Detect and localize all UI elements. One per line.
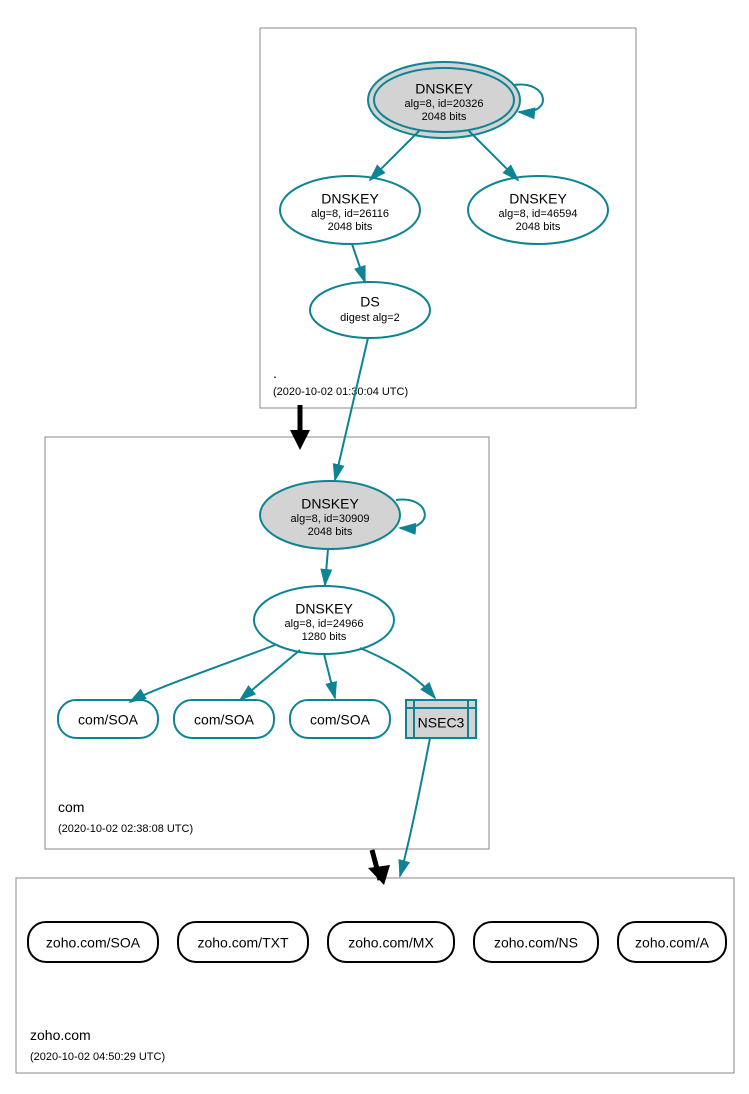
- svg-text:zoho.com/A: zoho.com/A: [635, 935, 710, 951]
- zone-root-ts: (2020-10-02 01:30:04 UTC): [273, 386, 408, 398]
- svg-text:com/SOA: com/SOA: [78, 712, 139, 728]
- svg-text:alg=8, id=26116: alg=8, id=26116: [311, 208, 389, 220]
- svg-text:1280 bits: 1280 bits: [302, 631, 347, 643]
- svg-text:2048 bits: 2048 bits: [422, 111, 467, 123]
- svg-text:zoho.com/NS: zoho.com/NS: [494, 935, 578, 951]
- svg-text:alg=8, id=24966: alg=8, id=24966: [285, 618, 364, 630]
- edge-nsec3-zoho: [400, 738, 430, 876]
- svg-text:NSEC3: NSEC3: [418, 715, 465, 731]
- zone-com-ts: (2020-10-02 02:38:08 UTC): [58, 823, 193, 835]
- svg-text:DS: DS: [360, 294, 379, 310]
- dnssec-diagram: . (2020-10-02 01:30:04 UTC) DNSKEY alg=8…: [0, 0, 749, 1094]
- edge-ksk-zsk2: [468, 130, 518, 180]
- zone-zoho-ts: (2020-10-02 04:50:29 UTC): [30, 1051, 165, 1063]
- edge-comzsk-soa1: [130, 645, 275, 702]
- svg-text:DNSKEY: DNSKEY: [321, 191, 379, 207]
- node-com-soa2: com/SOA: [174, 700, 274, 738]
- node-zoho-txt: zoho.com/TXT: [178, 922, 308, 962]
- svg-text:alg=8, id=30909: alg=8, id=30909: [291, 513, 370, 525]
- node-root-zsk2: DNSKEY alg=8, id=46594 2048 bits: [468, 176, 608, 244]
- svg-text:2048 bits: 2048 bits: [328, 221, 373, 233]
- zone-zoho-label: zoho.com: [30, 1027, 91, 1043]
- zone-com-label: com: [58, 799, 84, 815]
- edge-ksk-zsk1: [370, 130, 420, 180]
- node-ds: DS digest alg=2: [310, 282, 430, 338]
- zone-root-label: .: [273, 365, 277, 381]
- zone-zoho: [16, 878, 734, 1073]
- svg-text:DNSKEY: DNSKEY: [509, 191, 567, 207]
- edge-zsk1-ds: [352, 244, 365, 282]
- svg-text:DNSKEY: DNSKEY: [295, 601, 353, 617]
- node-zoho-soa: zoho.com/SOA: [28, 922, 158, 962]
- svg-text:alg=8, id=46594: alg=8, id=46594: [499, 208, 578, 220]
- node-zoho-a: zoho.com/A: [618, 922, 726, 962]
- node-root-zsk1: DNSKEY alg=8, id=26116 2048 bits: [280, 176, 420, 244]
- svg-text:digest alg=2: digest alg=2: [340, 312, 400, 324]
- svg-text:zoho.com/MX: zoho.com/MX: [348, 935, 434, 951]
- node-com-ksk: DNSKEY alg=8, id=30909 2048 bits: [260, 481, 400, 549]
- svg-text:zoho.com/SOA: zoho.com/SOA: [46, 935, 141, 951]
- svg-text:2048 bits: 2048 bits: [516, 221, 561, 233]
- svg-text:com/SOA: com/SOA: [194, 712, 255, 728]
- node-zoho-mx: zoho.com/MX: [328, 922, 454, 962]
- svg-text:com/SOA: com/SOA: [310, 712, 371, 728]
- node-root-ksk: DNSKEY alg=8, id=20326 2048 bits: [368, 62, 520, 138]
- edge-comzsk-soa2: [240, 650, 300, 700]
- node-com-zsk: DNSKEY alg=8, id=24966 1280 bits: [254, 586, 394, 654]
- node-zoho-ns: zoho.com/NS: [474, 922, 598, 962]
- svg-text:DNSKEY: DNSKEY: [301, 496, 359, 512]
- svg-text:2048 bits: 2048 bits: [308, 526, 353, 538]
- svg-text:alg=8, id=20326: alg=8, id=20326: [405, 98, 484, 110]
- svg-text:DNSKEY: DNSKEY: [415, 81, 473, 97]
- edge-ds-comksk: [335, 338, 368, 480]
- node-nsec3: NSEC3: [406, 700, 476, 738]
- node-com-soa1: com/SOA: [58, 700, 158, 738]
- svg-text:zoho.com/TXT: zoho.com/TXT: [197, 935, 288, 951]
- edge-comzsk-nsec3: [360, 648, 435, 698]
- node-com-soa3: com/SOA: [290, 700, 390, 738]
- edge-comzsk-soa3: [324, 654, 335, 698]
- edge-comksk-comzsk: [325, 549, 328, 585]
